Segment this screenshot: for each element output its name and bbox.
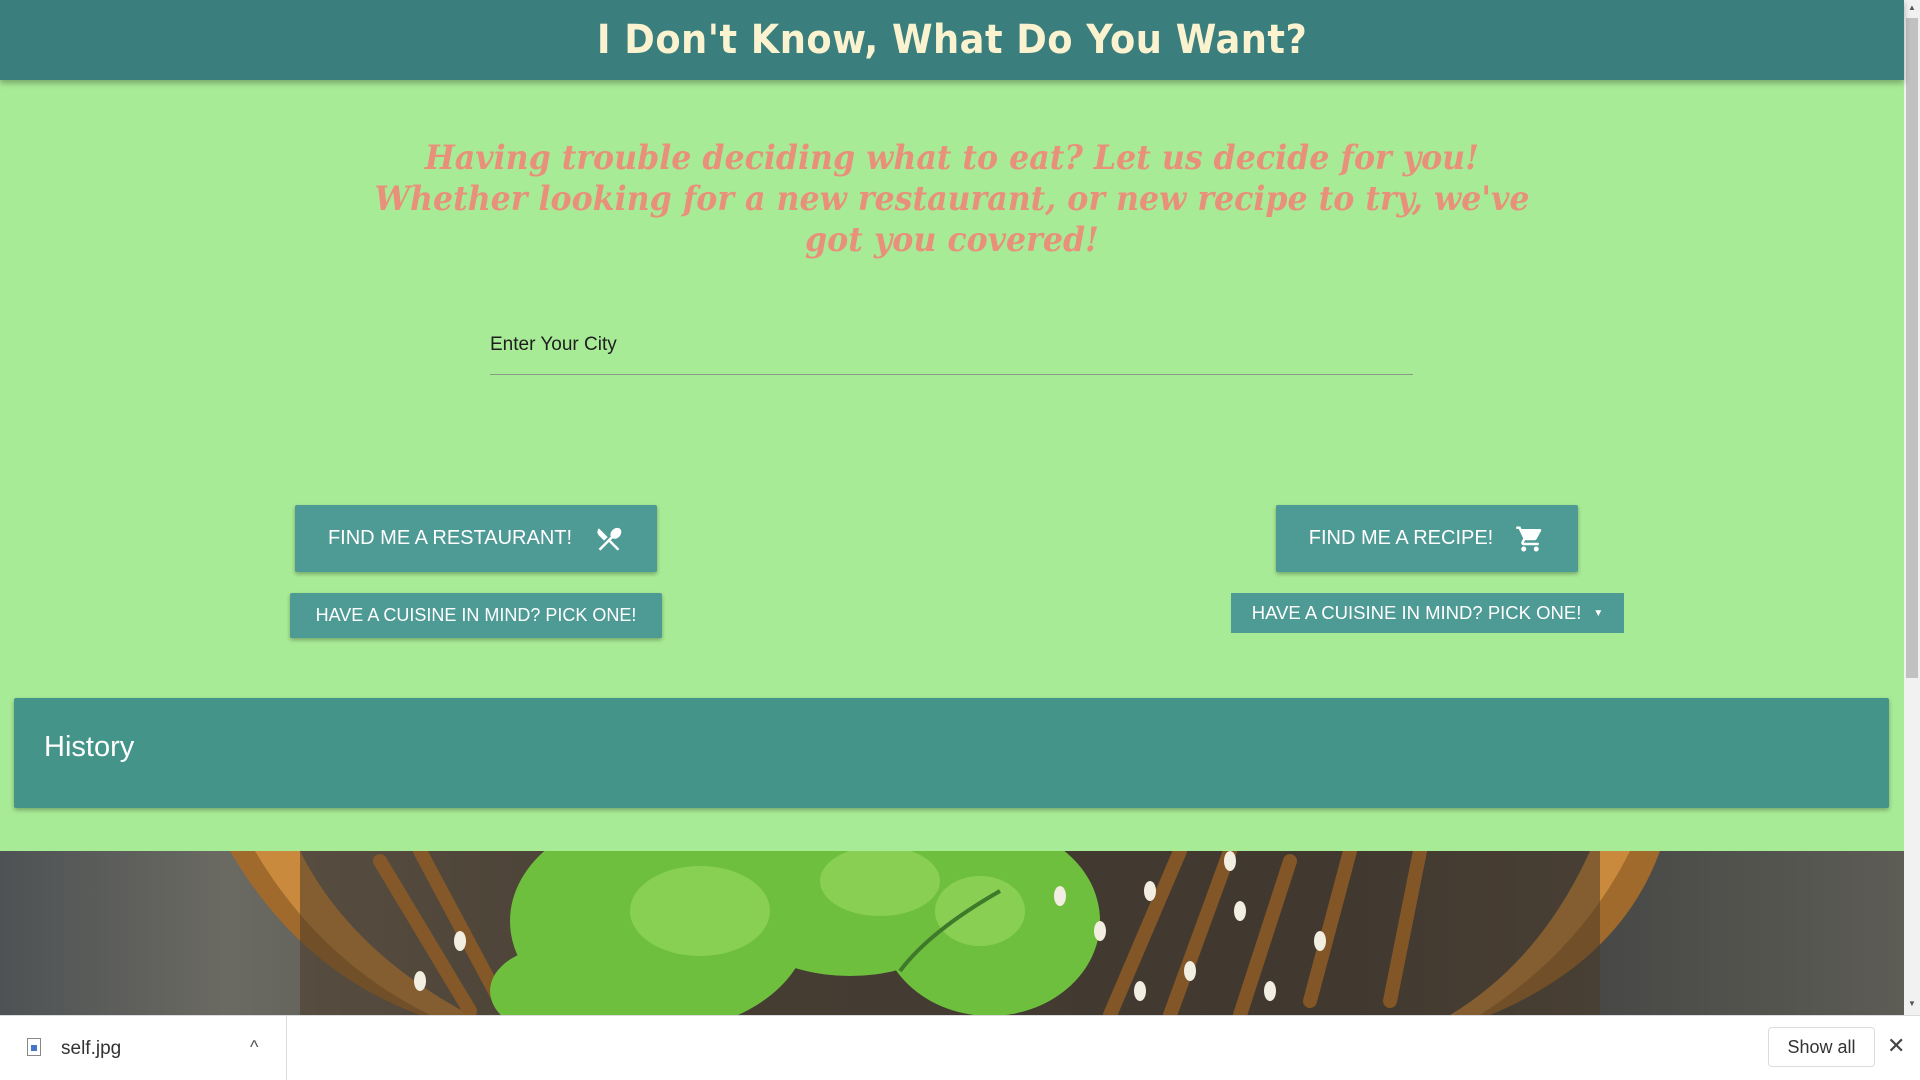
city-input[interactable] xyxy=(490,330,1413,375)
dropdown-caret-icon: ▼ xyxy=(1593,607,1604,619)
find-recipe-label: FIND ME A RECIPE! xyxy=(1308,527,1494,549)
find-recipe-button[interactable]: FIND ME A RECIPE! xyxy=(1276,505,1578,572)
close-icon[interactable]: ✕ xyxy=(1887,1033,1905,1059)
chevron-up-icon[interactable]: ^ xyxy=(250,1037,258,1058)
food-illustration xyxy=(230,851,1660,1015)
scrollbar-thumb[interactable] xyxy=(1906,18,1918,678)
vertical-scrollbar[interactable]: ▲ ▼ xyxy=(1904,0,1920,1015)
page-title: I Don't Know, What Do You Want? xyxy=(596,17,1308,63)
history-panel: History xyxy=(14,698,1889,808)
download-bar: self.jpg ^ Show all ✕ xyxy=(0,1015,1920,1080)
image-file-icon xyxy=(27,1038,41,1056)
tagline: Having trouble deciding what to eat? Let… xyxy=(374,138,1530,260)
food-image xyxy=(0,851,1904,1015)
recipe-cuisine-select[interactable]: HAVE A CUISINE IN MIND? PICK ONE! ▼ xyxy=(1231,593,1624,633)
recipe-cuisine-label: HAVE A CUISINE IN MIND? PICK ONE! xyxy=(1251,602,1582,623)
fork-knife-icon xyxy=(597,527,622,551)
restaurant-cuisine-label: HAVE A CUISINE IN MIND? PICK ONE! xyxy=(315,605,637,625)
show-all-button[interactable]: Show all xyxy=(1768,1027,1875,1067)
find-restaurant-button[interactable]: FIND ME A RESTAURANT! xyxy=(295,505,657,572)
download-file-name: self.jpg xyxy=(61,1038,122,1059)
shopping-cart-icon xyxy=(1516,526,1542,551)
restaurant-cuisine-button[interactable]: HAVE A CUISINE IN MIND? PICK ONE! xyxy=(290,593,662,638)
page-header: I Don't Know, What Do You Want? xyxy=(0,0,1904,80)
city-field xyxy=(490,330,1413,375)
scroll-up-icon[interactable]: ▲ xyxy=(1908,4,1916,12)
find-restaurant-label: FIND ME A RESTAURANT! xyxy=(327,527,573,549)
scroll-down-icon[interactable]: ▼ xyxy=(1908,1000,1916,1008)
history-title: History xyxy=(44,731,135,763)
download-item[interactable]: self.jpg ^ xyxy=(0,1016,287,1080)
